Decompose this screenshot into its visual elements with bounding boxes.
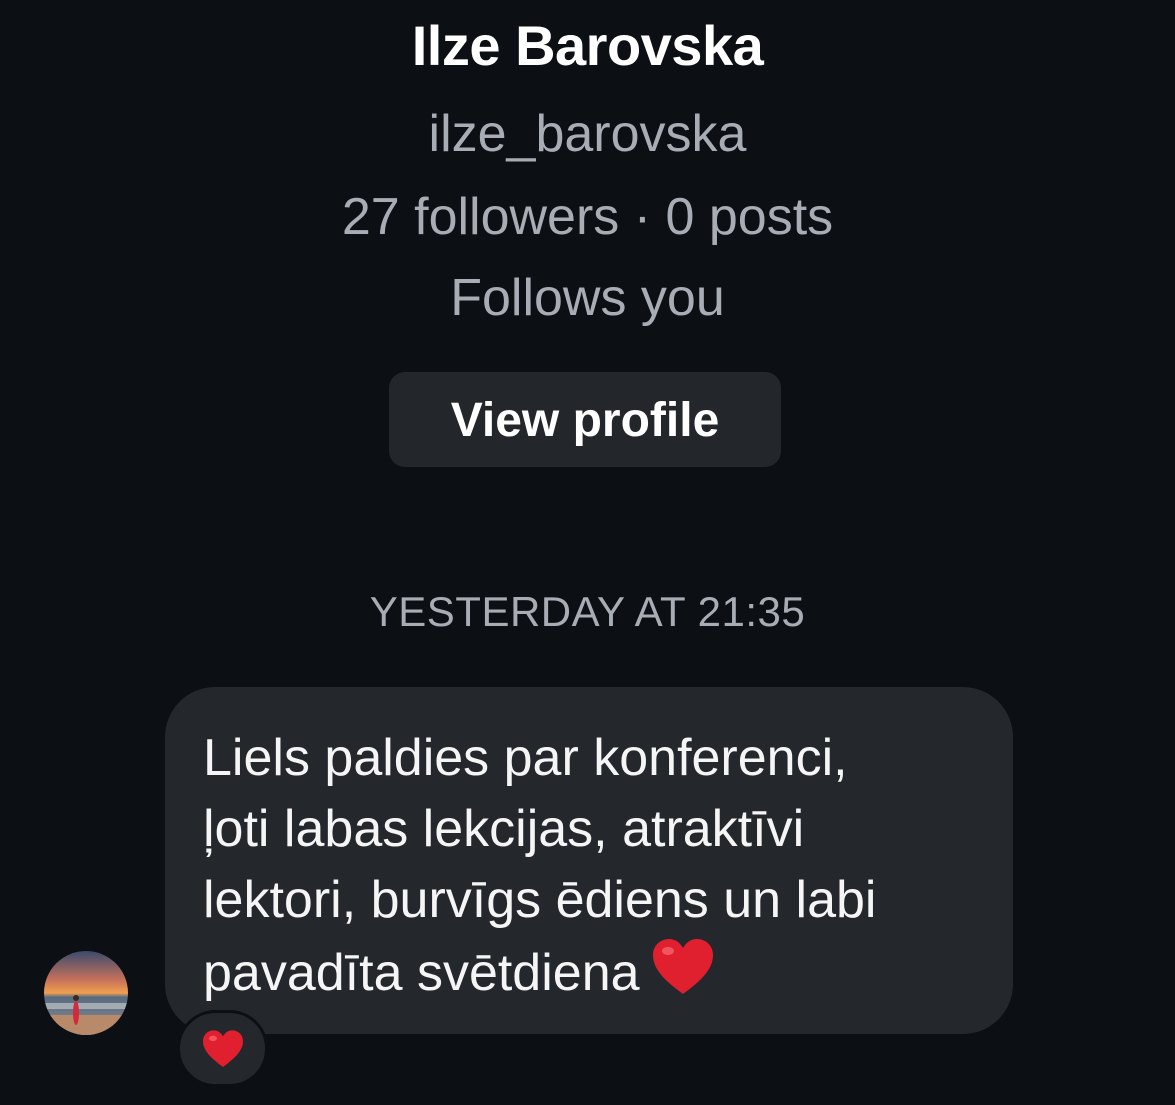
reaction-badge[interactable] — [177, 1010, 268, 1087]
view-profile-button[interactable]: View profile — [389, 372, 781, 467]
profile-display-name: Ilze Barovska — [411, 14, 764, 77]
avatar-image — [44, 951, 128, 1035]
profile-username: ilze_barovska — [428, 105, 747, 163]
message-body: Liels paldies par konferenci, ļoti labas… — [203, 729, 877, 1002]
red-heart-icon — [652, 939, 713, 994]
message-timestamp: YESTERDAY AT 21:35 — [369, 588, 806, 635]
follows-you-label: Follows you — [450, 269, 725, 327]
message-bubble[interactable]: Liels paldies par konferenci, ļoti labas… — [165, 687, 1013, 1034]
message-text: Liels paldies par konferenci, ļoti labas… — [203, 723, 973, 1009]
red-heart-icon — [202, 1029, 243, 1067]
profile-stats: 27 followers · 0 posts — [341, 188, 834, 246]
sender-avatar[interactable] — [44, 951, 128, 1035]
